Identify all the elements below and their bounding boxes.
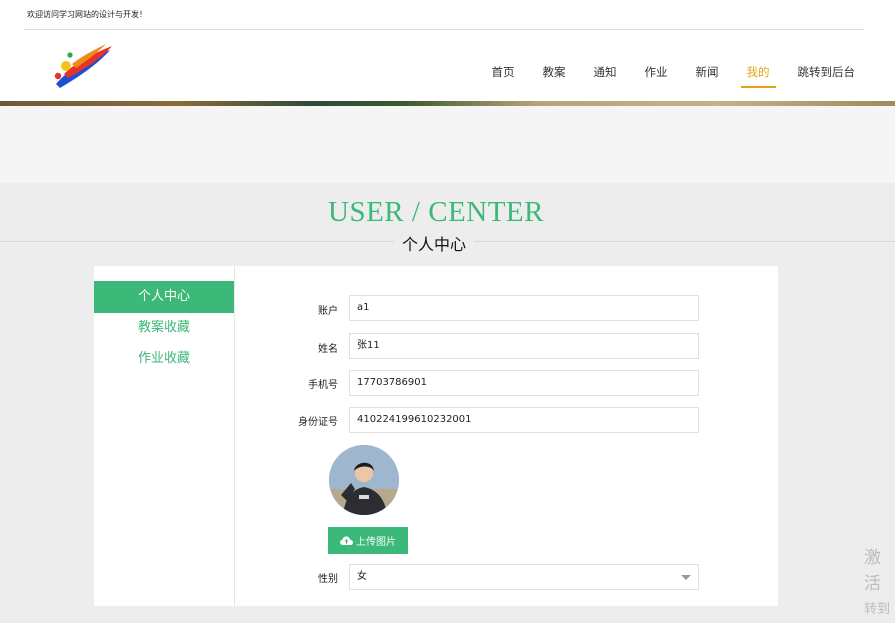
top-header: 欢迎访问学习网站的设计与开发！ 首页 教案 通知 作业 新闻 我的 跳转到后台 (0, 0, 895, 103)
id-number-field[interactable]: 410224199610232001 (349, 407, 699, 433)
watermark-line-2: 转到 (864, 602, 891, 617)
nav-admin[interactable]: 跳转到后台 (798, 60, 856, 88)
account-label: 账户 (318, 306, 338, 317)
account-field[interactable]: a1 (349, 295, 699, 321)
sidebar-item-user-center[interactable]: 个人中心 (94, 281, 234, 313)
welcome-text: 欢迎访问学习网站的设计与开发！ (27, 10, 147, 19)
nav-notices[interactable]: 通知 (594, 60, 617, 88)
upload-image-button[interactable]: 上传图片 (328, 527, 408, 554)
banner-gray-band (0, 106, 895, 183)
phone-field[interactable]: 17703786901 (349, 370, 699, 396)
avatar (329, 445, 399, 515)
sidebar-item-homework-favorites[interactable]: 作业收藏 (94, 343, 234, 375)
section-title-en: USER / CENTER (328, 196, 544, 228)
name-field[interactable]: 张11 (349, 333, 699, 359)
nav-homework[interactable]: 作业 (645, 60, 668, 88)
name-label: 姓名 (318, 344, 338, 355)
section-title-cn: 个人中心 (394, 231, 475, 255)
phone-label: 手机号 (308, 380, 338, 391)
gender-label: 性别 (318, 574, 338, 585)
chevron-down-icon (681, 575, 691, 580)
sidebar-item-lesson-favorites[interactable]: 教案收藏 (94, 312, 234, 344)
gender-select[interactable]: 女 (349, 564, 699, 590)
nav-mine[interactable]: 我的 (740, 60, 776, 88)
nav-lesson-plans[interactable]: 教案 (543, 60, 566, 88)
main-nav: 首页 教案 通知 作业 新闻 我的 跳转到后台 (464, 60, 856, 88)
id-number-label: 身份证号 (298, 417, 338, 428)
watermark-line-1: 激活 (864, 548, 881, 594)
nav-home[interactable]: 首页 (492, 60, 515, 88)
upload-button-label: 上传图片 (356, 537, 396, 548)
cloud-upload-icon (340, 536, 353, 545)
activation-watermark: 激活 转到 (864, 545, 895, 623)
gender-selected-value: 女 (357, 571, 367, 582)
user-sidebar: 个人中心 教案收藏 作业收藏 (94, 266, 235, 606)
brand-logo-icon[interactable] (50, 40, 118, 92)
header-divider (24, 29, 864, 30)
nav-news[interactable]: 新闻 (696, 60, 719, 88)
